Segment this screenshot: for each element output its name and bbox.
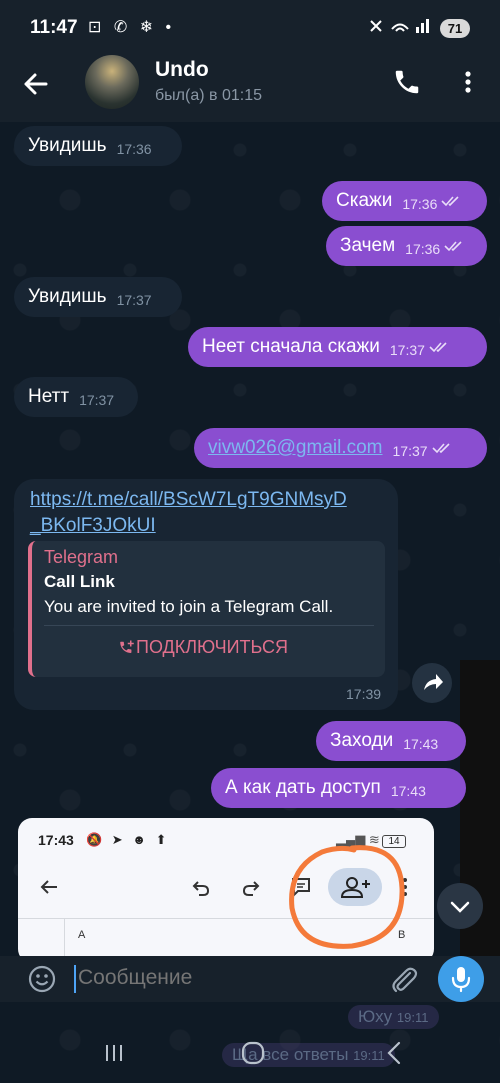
message-outgoing[interactable]: Скажи 17:36	[322, 181, 487, 221]
avatar[interactable]	[85, 55, 139, 109]
message-incoming[interactable]: Нетт 17:37	[14, 377, 138, 417]
back-button[interactable]	[18, 66, 54, 102]
system-nav-bar	[0, 1030, 500, 1083]
email-link[interactable]: vivw026@gmail.com	[208, 437, 383, 458]
message-outgoing[interactable]: vivw026@gmail.com 17:37	[194, 428, 487, 468]
message-input[interactable]	[78, 966, 368, 990]
chat-title[interactable]: Undo	[155, 58, 209, 82]
edge-shadow	[460, 660, 500, 980]
message-text: А как дать доступ	[225, 777, 381, 798]
microphone-icon	[451, 967, 471, 993]
message-outgoing[interactable]: А как дать доступ 17:43	[211, 768, 466, 808]
partial-message-text: Юху	[358, 1007, 393, 1026]
scroll-down-button[interactable]	[437, 883, 483, 929]
double-check-icon	[429, 342, 447, 353]
add-call-icon	[120, 640, 134, 653]
message-time: 17:37	[392, 443, 428, 459]
message-incoming[interactable]: Увидишь 17:37	[14, 277, 182, 317]
status-time: 11:47	[30, 17, 78, 38]
message-text: Увидишь	[28, 286, 107, 307]
message-time: 17:36	[402, 196, 438, 212]
preview-site-name: Telegram	[44, 547, 119, 567]
message-time: 17:36	[405, 241, 441, 257]
message-composer	[0, 956, 500, 1002]
message-outgoing[interactable]: Зачем 17:36	[326, 226, 487, 266]
message-outgoing[interactable]: Заходи 17:43	[316, 721, 466, 761]
preview-title: Call Link	[44, 572, 115, 591]
partial-message: Юху 19:11	[348, 1005, 439, 1029]
battery-icon: 71	[440, 19, 470, 38]
message-time: 17:39	[346, 686, 382, 702]
message-time: 17:43	[390, 783, 426, 799]
image-arrow-left-icon	[40, 880, 57, 894]
emoji-button[interactable]	[26, 963, 58, 995]
link-preview[interactable]: Telegram Call Link You are invited to jo…	[28, 541, 385, 677]
message-time: 17:37	[116, 292, 152, 308]
message-incoming[interactable]: Увидишь 17:36	[14, 126, 182, 166]
image-status-icons: 🔕 ➤ ☻ ⬆	[86, 832, 170, 847]
message-text: Нетт	[28, 386, 70, 407]
call-button[interactable]	[392, 67, 422, 97]
arrow-left-icon	[24, 73, 48, 95]
double-check-icon	[441, 196, 459, 207]
message-time: 17:37	[79, 392, 115, 408]
more-options-button[interactable]	[458, 67, 478, 97]
call-link-line2: _BKolF3JOkUI	[30, 515, 156, 536]
preview-description: You are invited to join a Telegram Call.	[44, 597, 334, 616]
message-time: 17:36	[116, 141, 152, 157]
image-undo-icon	[192, 881, 210, 896]
smiley-icon	[28, 965, 56, 993]
paperclip-icon	[392, 967, 418, 993]
column-header-a: A	[78, 929, 86, 941]
recents-icon[interactable]	[103, 1042, 125, 1064]
message-incoming-link[interactable]: https://t.me/call/BScW7LgT9GNMsyD _BKolF…	[14, 479, 398, 710]
message-time: 17:37	[389, 342, 425, 358]
message-outgoing[interactable]: Неет сначала скажи 17:37	[188, 327, 487, 367]
message-text: Скажи	[336, 190, 393, 211]
chevron-down-icon	[450, 901, 470, 913]
hand-drawn-circle	[289, 845, 405, 949]
signal-icons	[368, 17, 432, 39]
partial-message-time: 19:11	[396, 1010, 429, 1025]
status-bar: 11:47 ⊡ ✆ ❄ • 71	[0, 0, 500, 50]
phone-icon	[395, 70, 419, 94]
preview-divider	[44, 625, 374, 626]
double-check-icon	[444, 241, 462, 252]
forward-arrow-icon	[424, 674, 443, 690]
message-time: 17:43	[403, 736, 439, 752]
image-status-time: 17:43	[38, 832, 74, 848]
image-redo-icon	[242, 881, 260, 896]
double-check-icon	[431, 443, 450, 454]
more-vertical-icon	[465, 71, 471, 93]
attach-button[interactable]	[388, 964, 420, 996]
chat-header: Undo был(а) в 01:15	[0, 50, 500, 122]
home-icon[interactable]	[240, 1040, 266, 1066]
text-cursor	[74, 965, 76, 993]
share-button[interactable]	[412, 663, 452, 703]
message-text: Увидишь	[28, 135, 107, 156]
nav-back-icon[interactable]	[382, 1040, 406, 1066]
call-link[interactable]: https://t.me/call/BScW7LgT9GNMsyD _BKolF…	[30, 487, 390, 539]
voice-record-button[interactable]	[438, 956, 484, 1002]
message-text: Заходи	[330, 730, 394, 751]
notification-icons: ⊡ ✆ ❄ •	[88, 19, 176, 36]
call-link-line1: https://t.me/call/BScW7LgT9GNMsyD	[30, 489, 347, 510]
last-seen-status: был(а) в 01:15	[155, 87, 262, 104]
message-text: Зачем	[340, 235, 396, 256]
join-call-button[interactable]: ПОДКЛЮЧИТЬСЯ	[136, 637, 288, 658]
message-text: Неет сначала скажи	[202, 336, 380, 357]
